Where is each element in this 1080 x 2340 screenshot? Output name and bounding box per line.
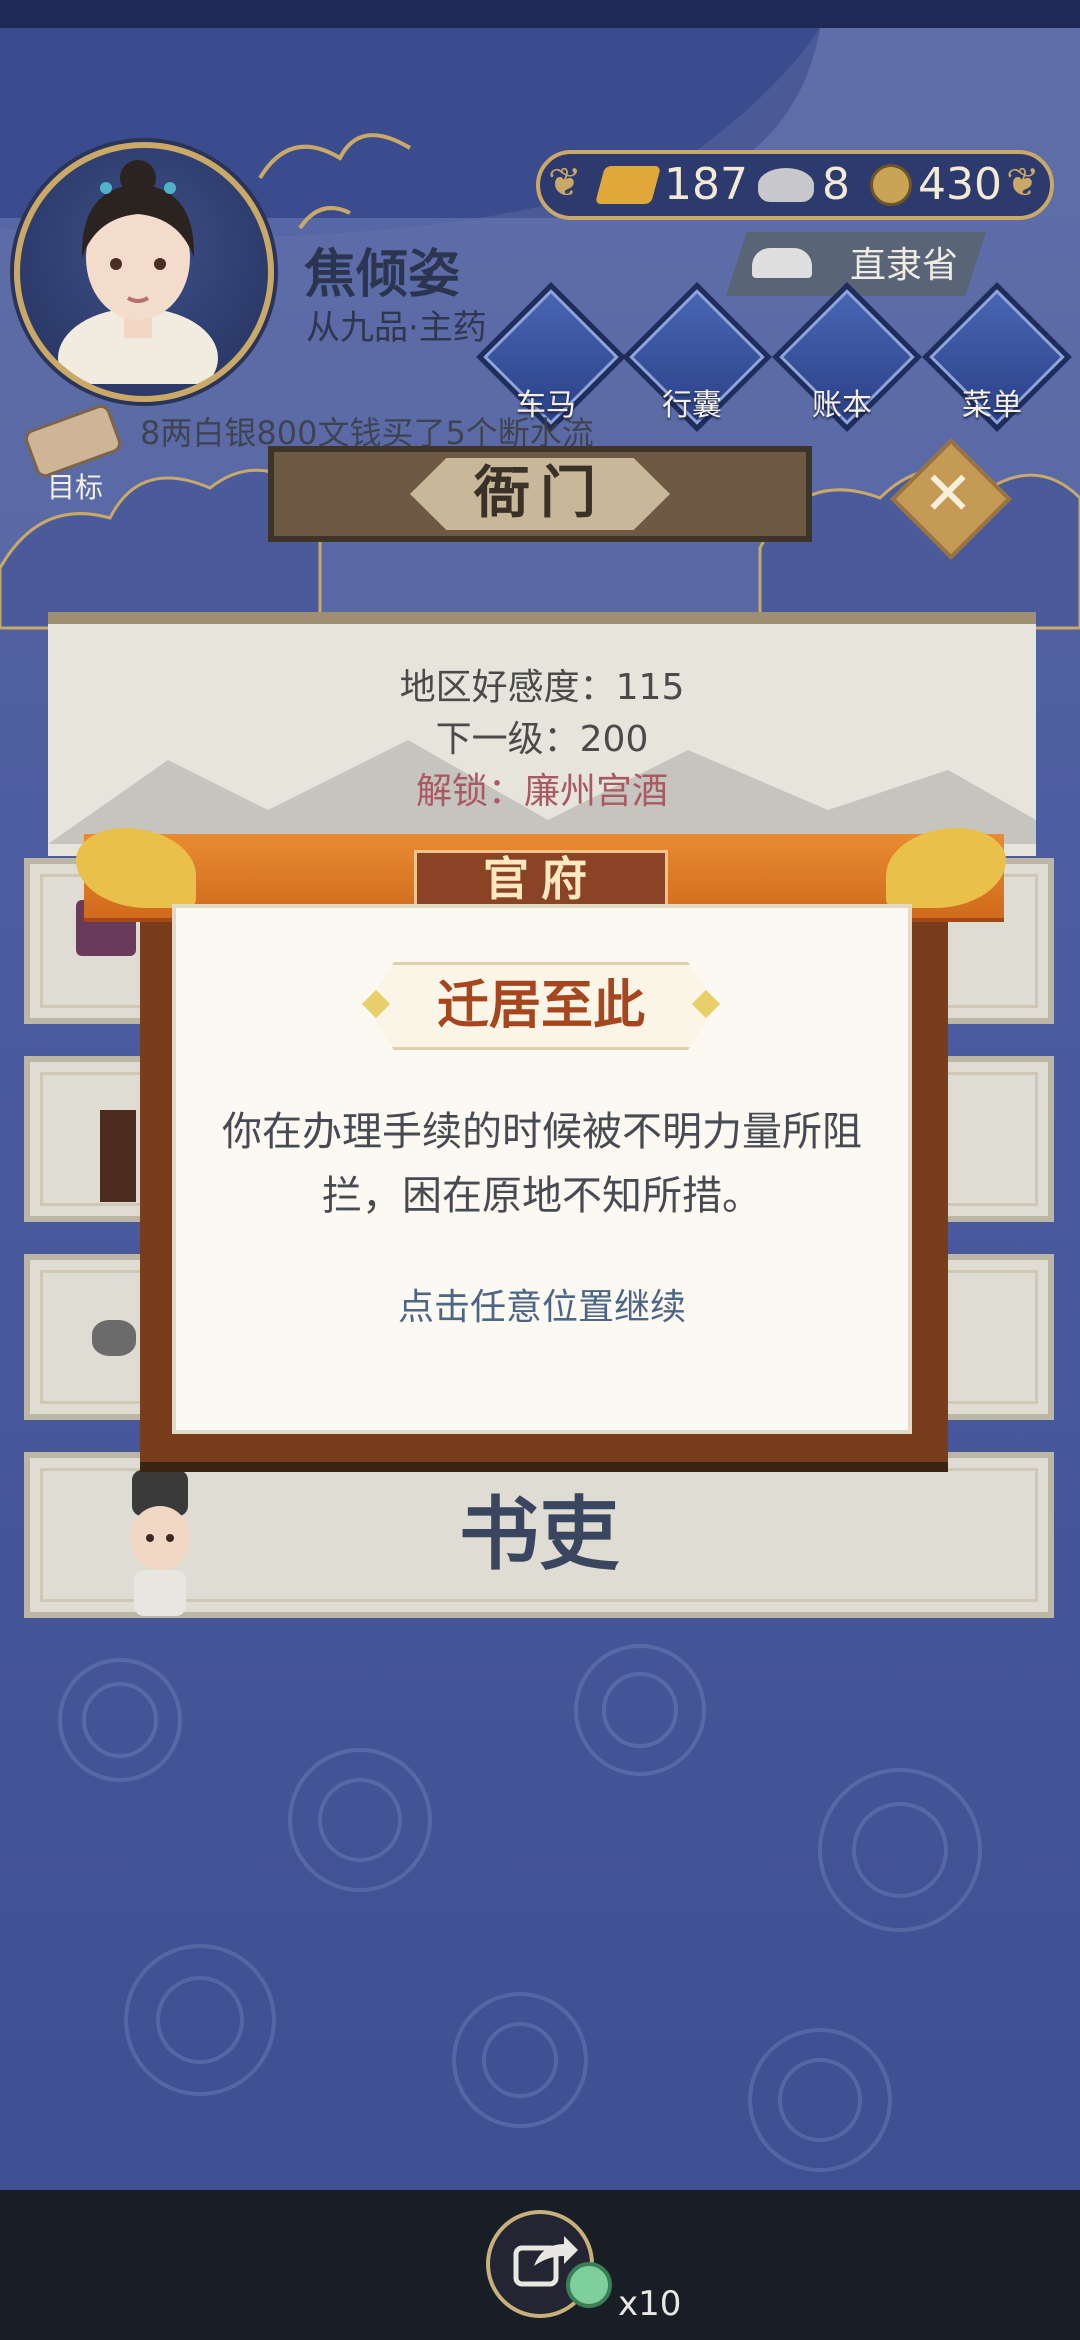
clerk-label: 书吏	[459, 1488, 619, 1581]
nav-bag[interactable]: 行囊	[618, 282, 778, 444]
cabinet-icon	[100, 1110, 136, 1202]
currency-bar: ❦ 187 8 430 ❦	[536, 150, 1054, 220]
silver-ingot-icon	[758, 168, 814, 202]
copper-count: 430	[918, 159, 1002, 210]
player-name: 焦倾姿	[304, 245, 461, 305]
continue-hint[interactable]: 点击任意位置继续	[196, 1278, 888, 1330]
close-icon: ✕	[922, 459, 974, 529]
ore-icon	[92, 1320, 136, 1356]
nav-label: 账本	[812, 388, 872, 423]
cloud-swirl-pattern	[58, 1644, 982, 2172]
modal-header-text: 官府	[483, 852, 599, 906]
status-bar	[0, 0, 1080, 28]
iron-icon	[752, 248, 812, 278]
nav-ledger[interactable]: 账本	[768, 282, 928, 444]
unlock-reward: 解锁：廉州宫酒	[415, 771, 668, 812]
page-title: 衙门	[474, 461, 606, 526]
nav-menu[interactable]: 菜单	[918, 282, 1078, 444]
copper-coin-icon	[870, 164, 912, 206]
player-rank: 从九品·主药	[306, 308, 487, 348]
bamboo-icon: ❦	[548, 160, 582, 206]
portrait-icon	[58, 160, 218, 396]
player-avatar[interactable]	[14, 142, 274, 402]
jade-coin-icon	[566, 2262, 612, 2308]
favor-level: 地区好感度：115	[399, 667, 685, 708]
gold-ingot-icon	[594, 166, 662, 204]
location-label: 直隶省	[850, 245, 959, 286]
share-reward-count: x10	[618, 2284, 682, 2324]
nav-label: 菜单	[962, 388, 1022, 423]
goal-label: 目标	[46, 471, 103, 504]
bamboo-icon: ❦	[1006, 160, 1040, 206]
nav-label: 行囊	[662, 388, 722, 423]
gold-count: 187	[664, 159, 748, 210]
next-level: 下一级：200	[435, 719, 649, 760]
modal-message: 你在办理手续的时候被不明力量所阻拦，困在原地不知所措。	[222, 1109, 862, 1219]
silver-count: 8	[822, 159, 850, 210]
modal-title: 迁居至此	[436, 976, 645, 1036]
